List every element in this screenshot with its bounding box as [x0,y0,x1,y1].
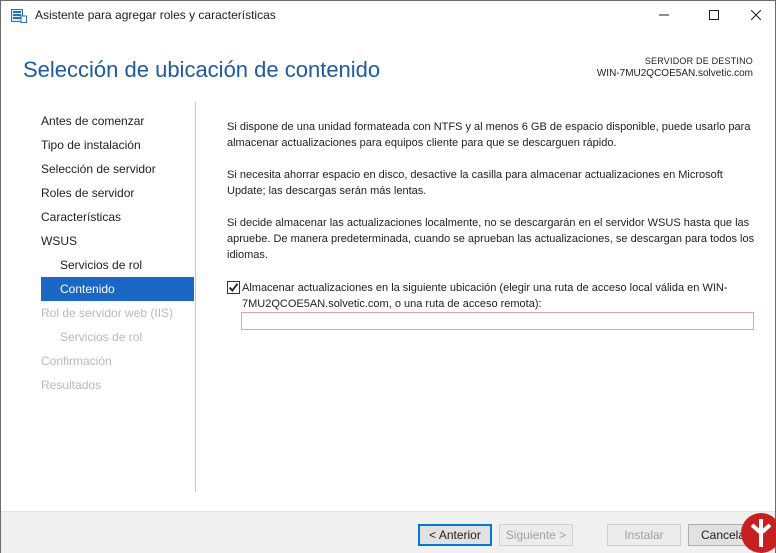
page-title: Selección de ubicación de contenido [23,57,381,82]
store-updates-checkbox[interactable] [227,281,240,294]
back-button[interactable]: < Anterior [418,524,492,546]
info-paragraph-disk-space: Si necesita ahorrar espacio en disco, de… [227,169,723,197]
store-updates-label: Almacenar actualizaciones en la siguient… [242,282,728,310]
nav-item-resultados: Resultados [41,378,102,392]
nav-item-wsus[interactable]: WSUS [41,229,194,253]
nav-item-iis-servicios-de-rol: Servicios de rol [60,330,143,344]
content-panel: Si dispone de una unidad formateada con … [227,119,757,279]
destination-server-name: WIN-7MU2QCOE5AN.solvetic.com [596,68,753,79]
info-paragraph-ntfs: Si dispone de una unidad formateada con … [227,121,751,149]
nav-item-confirmacion: Confirmación [41,354,112,368]
content-path-input[interactable] [241,312,754,330]
maximize-button[interactable] [691,1,737,29]
destination-server-label: SERVIDOR DE DESTINO [644,56,753,66]
watermark-logo [731,499,776,553]
server-manager-icon [11,9,27,23]
nav-item-roles-de-servidor[interactable]: Roles de servidor [41,181,194,205]
info-paragraph-local-storage: Si decide almacenar las actualizaciones … [227,217,755,261]
next-button: Siguiente > [499,524,573,546]
nav-item-rol-servidor-web: Rol de servidor web (IIS) [41,306,174,320]
nav-divider [195,102,196,492]
minimize-icon [659,14,669,16]
nav-item-tipo-de-instalacion[interactable]: Tipo de instalación [41,133,194,157]
window-title: Asistente para agregar roles y caracterí… [35,8,276,22]
checkmark-icon [228,283,239,292]
nav-item-contenido[interactable]: Contenido [41,277,194,301]
wizard-window: Asistente para agregar roles y caracterí… [0,0,776,553]
maximize-icon [709,10,719,20]
nav-item-seleccion-de-servidor[interactable]: Selección de servidor [41,157,194,181]
nav-item-caracteristicas[interactable]: Características [41,205,194,229]
close-icon [751,10,761,20]
close-button[interactable] [733,1,776,29]
minimize-button[interactable] [641,1,687,29]
install-button: Instalar [607,524,681,546]
wizard-nav: Antes de comenzar Tipo de instalación Se… [41,109,194,397]
wizard-footer: < Anterior Siguiente > Instalar Cancelar [1,511,775,553]
nav-item-antes-de-comenzar[interactable]: Antes de comenzar [41,109,194,133]
title-bar: Asistente para agregar roles y caracterí… [1,1,775,31]
nav-item-wsus-servicios-de-rol[interactable]: Servicios de rol [41,253,194,277]
